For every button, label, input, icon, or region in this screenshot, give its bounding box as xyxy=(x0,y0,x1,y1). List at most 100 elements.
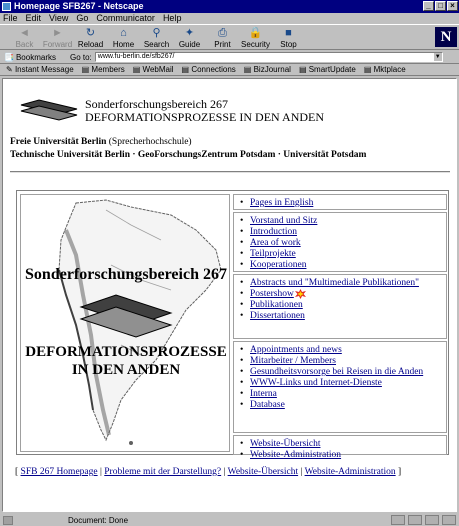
home-label: Home xyxy=(112,40,135,49)
maximize-icon[interactable]: □ xyxy=(435,1,446,11)
map-outline xyxy=(21,195,229,451)
south-america-map: Sonderforschungsbereich 267 DEFORMATIONS… xyxy=(20,194,230,452)
nav-link[interactable]: Website-Übersicht xyxy=(250,439,320,449)
personal-item-smartupdate[interactable]: ▤ SmartUpdate xyxy=(299,65,356,74)
nav-link[interactable]: Kooperationen xyxy=(250,260,306,270)
back-icon: ◄ xyxy=(19,27,30,39)
security-icon: 🔒 xyxy=(248,27,263,39)
personal-item-label: Mktplace xyxy=(373,65,406,74)
nav-link[interactable]: Pages in English xyxy=(250,198,313,208)
minimize-icon[interactable]: _ xyxy=(423,1,434,11)
security-lock-icon[interactable] xyxy=(3,515,13,525)
forward-label: Forward xyxy=(42,40,73,49)
close-icon[interactable]: × xyxy=(447,1,458,11)
print-icon: ⎙ xyxy=(218,27,227,39)
status-text: Document: Done xyxy=(68,515,129,525)
print-button[interactable]: ⎙ Print xyxy=(206,25,239,50)
home-icon: ⌂ xyxy=(120,27,127,39)
list-item: Postershow xyxy=(240,289,442,300)
bookmark-folder-icon: ▤ xyxy=(181,65,192,74)
nav-link[interactable]: Introduction xyxy=(250,227,297,237)
nav-link[interactable]: Area of work xyxy=(250,238,301,248)
link-group: Abstracts und "Multimediale Publikatione… xyxy=(233,274,447,339)
home-button[interactable]: ⌂ Home xyxy=(107,25,140,50)
search-button[interactable]: ⚲ Search xyxy=(140,25,173,50)
personal-item-label: SmartUpdate xyxy=(308,65,356,74)
location-bar: 📑 Bookmarks Go to: www.fu-berlin.de/sfb2… xyxy=(0,51,459,64)
personal-item-label: WebMail xyxy=(142,65,174,74)
personal-item-connections[interactable]: ▤ Connections xyxy=(182,65,236,74)
guide-button[interactable]: ✦ Guide xyxy=(173,25,206,50)
security-button[interactable]: 🔒 Security xyxy=(239,25,272,50)
url-input[interactable]: www.fu-berlin.de/sfb267/ ▼ xyxy=(94,52,443,62)
list-item: Dissertationen xyxy=(240,311,442,322)
bookmark-folder-icon: ▤ xyxy=(81,65,92,74)
navigator-icon[interactable] xyxy=(391,515,405,525)
list-item: Introduction xyxy=(240,227,442,238)
menu-go[interactable]: Go xyxy=(76,13,88,24)
chevron-down-icon[interactable]: ▼ xyxy=(433,53,442,61)
bookmark-folder-icon: ▤ xyxy=(298,65,309,74)
menu-bar: File Edit View Go Communicator Help xyxy=(0,13,459,24)
menu-communicator[interactable]: Communicator xyxy=(96,13,155,24)
list-item: Database xyxy=(240,400,442,411)
personal-item-instant-message[interactable]: ✎ Instant Message xyxy=(6,65,74,74)
search-icon: ⚲ xyxy=(152,27,161,39)
bookmarks-button[interactable]: 📑 Bookmarks xyxy=(4,53,56,62)
footer-link-admin[interactable]: Website-Administration xyxy=(305,467,396,477)
personal-item-label: BizJournal xyxy=(253,65,291,74)
composer-icon[interactable] xyxy=(425,515,439,525)
netscape-logo: N xyxy=(435,27,457,47)
nav-link[interactable]: Database xyxy=(250,400,285,410)
nav-link[interactable]: Interna xyxy=(250,389,277,399)
menu-file[interactable]: File xyxy=(3,13,18,24)
list-item: Appointments and news xyxy=(240,345,442,356)
footer-link-display-problems[interactable]: Probleme mit der Darstellung? xyxy=(104,467,221,477)
nav-link[interactable]: Website-Administration xyxy=(250,450,341,460)
sfb-logo-icon xyxy=(20,99,78,121)
footer-link-home[interactable]: SFB 267 Homepage xyxy=(21,467,98,477)
main-table: Sonderforschungsbereich 267 DEFORMATIONS… xyxy=(16,190,449,461)
nav-link[interactable]: Teilprojekte xyxy=(250,249,296,259)
nav-link[interactable]: Gesundheitsvorsorge bei Reisen in die An… xyxy=(250,367,423,377)
nav-link[interactable]: Appointments and news xyxy=(250,345,342,355)
link-group: Website-ÜbersichtWebsite-Administration xyxy=(233,435,447,461)
reload-button[interactable]: ↻ Reload xyxy=(74,25,107,50)
back-button[interactable]: ◄ Back xyxy=(8,25,41,50)
link-group: Vorstand und SitzIntroductionArea of wor… xyxy=(233,212,447,272)
nav-link[interactable]: Abstracts und "Multimediale Publikatione… xyxy=(250,278,419,288)
nav-link[interactable]: Vorstand und Sitz xyxy=(250,216,317,226)
nav-link[interactable]: Publikationen xyxy=(250,300,303,310)
page-title: Sonderforschungsbereich 267 DEFORMATIONS… xyxy=(85,98,324,124)
personal-item-mktplace[interactable]: ▤ Mktplace xyxy=(364,65,406,74)
personal-item-bizjournal[interactable]: ▤ BizJournal xyxy=(244,65,291,74)
list-item: Abstracts und "Multimediale Publikatione… xyxy=(240,278,442,289)
stop-button[interactable]: ■ Stop xyxy=(272,25,305,50)
link-list: Appointments and newsMitarbeiter / Membe… xyxy=(240,345,442,411)
page-viewport[interactable]: Sonderforschungsbereich 267 DEFORMATIONS… xyxy=(2,78,457,512)
list-item: Kooperationen xyxy=(240,260,442,271)
list-item: Vorstand und Sitz xyxy=(240,216,442,227)
map-subtitle-line1: DEFORMATIONSPROZESSE xyxy=(25,344,227,360)
mail-icon[interactable] xyxy=(408,515,422,525)
personal-item-label: Connections xyxy=(191,65,236,74)
institution-line-1: Freie Universität Berlin (Sprecherhochsc… xyxy=(10,137,192,147)
nav-link[interactable]: WWW-Links und Internet-Dienste xyxy=(250,378,382,388)
divider xyxy=(10,171,450,173)
menu-edit[interactable]: Edit xyxy=(26,13,42,24)
nav-link[interactable]: Postershow xyxy=(250,289,294,299)
edit-icon[interactable] xyxy=(442,515,456,525)
nav-link[interactable]: Dissertationen xyxy=(250,311,305,321)
component-bar xyxy=(391,515,456,525)
menu-view[interactable]: View xyxy=(49,13,68,24)
footer-link-sitemap[interactable]: Website-Übersicht xyxy=(228,467,298,477)
personal-item-members[interactable]: ▤ Members xyxy=(82,65,125,74)
personal-item-webmail[interactable]: ▤ WebMail xyxy=(133,65,174,74)
institution-role: (Sprecherhochschule) xyxy=(106,137,192,147)
nav-link[interactable]: Mitarbeiter / Members xyxy=(250,356,336,366)
window-title: Homepage SFB267 - Netscape xyxy=(14,1,144,11)
forward-button[interactable]: ► Forward xyxy=(41,25,74,50)
institution-name: Freie Universität Berlin xyxy=(10,137,107,147)
menu-help[interactable]: Help xyxy=(163,13,182,24)
map-title: Sonderforschungsbereich 267 xyxy=(25,266,227,283)
